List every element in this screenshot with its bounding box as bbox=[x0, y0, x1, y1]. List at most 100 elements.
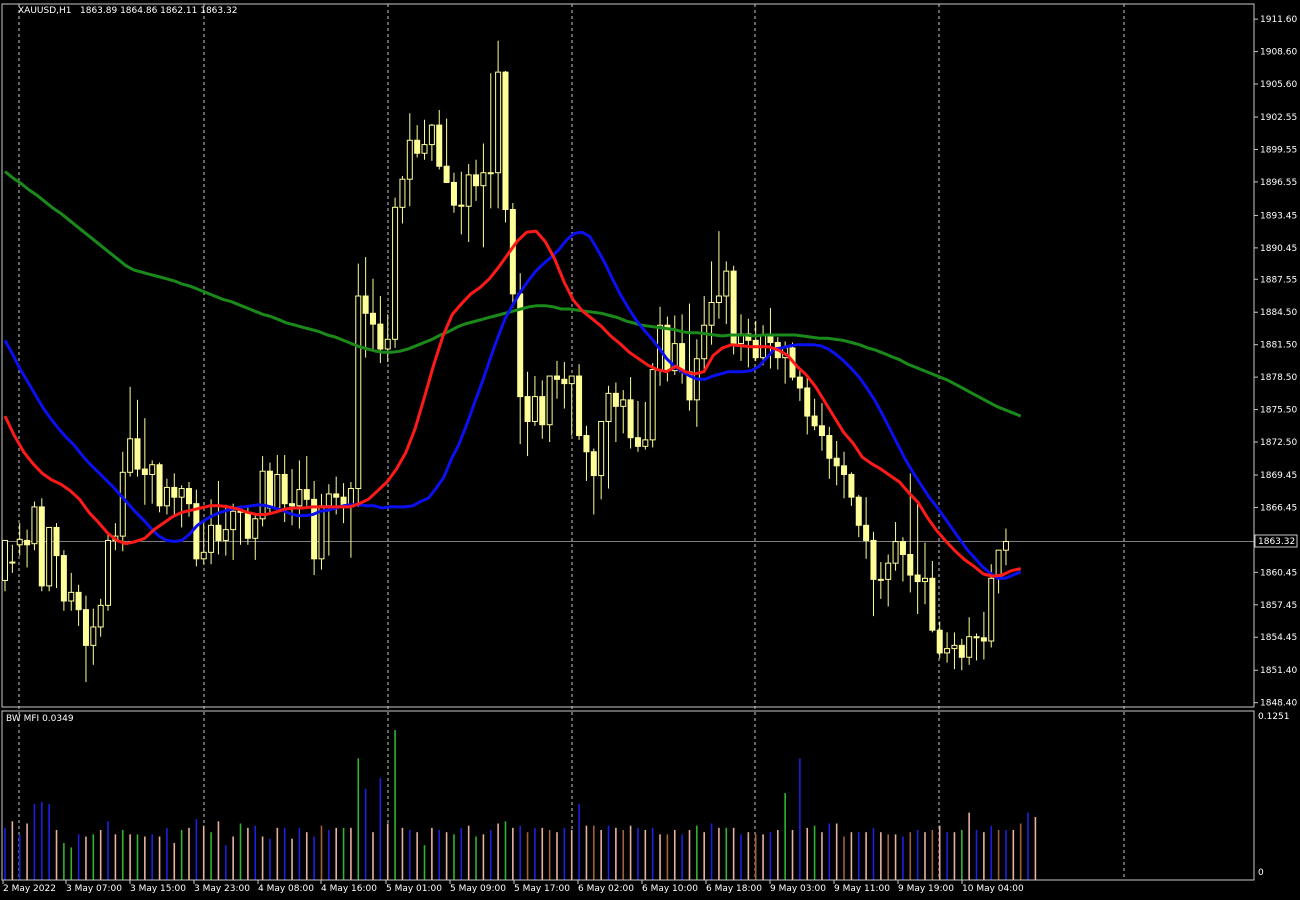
candle-body-down bbox=[186, 488, 192, 505]
symbol-label: XAUUSD,H1 bbox=[18, 6, 72, 16]
candle-body-up bbox=[274, 473, 281, 509]
price-tick-label: 1860.45 bbox=[1260, 568, 1297, 578]
price-tick-label: 1905.60 bbox=[1260, 80, 1297, 90]
candle-body-up bbox=[2, 539, 8, 581]
candle-body-up bbox=[988, 577, 995, 642]
indicator-top-value: 0.1251 bbox=[1258, 712, 1290, 722]
price-tick-label: 1908.60 bbox=[1260, 48, 1297, 58]
candle-body-up bbox=[46, 526, 53, 587]
candle-body-up bbox=[149, 464, 156, 475]
time-tick-label: 2 May 2022 bbox=[3, 884, 56, 894]
candle-body-up bbox=[296, 489, 303, 507]
candle-body-down bbox=[524, 396, 531, 422]
candle-body-down bbox=[75, 591, 82, 611]
candle-body-up bbox=[421, 144, 428, 154]
candle-body-up bbox=[531, 396, 538, 422]
candle-body-up bbox=[966, 636, 973, 658]
candle-body-down bbox=[627, 399, 634, 439]
candle-body-down bbox=[634, 437, 641, 447]
candle-body-down bbox=[796, 376, 803, 389]
candle-body-up bbox=[1002, 541, 1009, 551]
price-tick-label: 1857.45 bbox=[1260, 601, 1297, 611]
candle-body-down bbox=[914, 574, 921, 583]
candle-body-down bbox=[664, 324, 671, 372]
candle-body-up bbox=[127, 438, 134, 473]
candle-body-down bbox=[973, 636, 980, 639]
candle-body-up bbox=[178, 488, 185, 498]
price-tick-label: 1893.45 bbox=[1260, 211, 1297, 221]
candle-body-up bbox=[252, 518, 259, 539]
candle-body-down bbox=[362, 295, 369, 314]
price-tick-label: 1848.40 bbox=[1260, 699, 1297, 709]
candle-body-down bbox=[936, 629, 943, 654]
price-tick-label: 1869.45 bbox=[1260, 471, 1297, 481]
price-tick-label: 1896.55 bbox=[1260, 178, 1297, 188]
candle-body-up bbox=[892, 541, 899, 564]
candle-body-up bbox=[222, 529, 229, 541]
candle-body-down bbox=[171, 486, 178, 498]
candle-body-up bbox=[119, 471, 126, 537]
candle-body-up bbox=[406, 139, 413, 180]
time-tick-label: 6 May 18:00 bbox=[706, 884, 762, 894]
candle-body-up bbox=[620, 399, 627, 407]
candle-body-up bbox=[325, 493, 332, 507]
candle-body-down bbox=[818, 425, 825, 437]
candle-body-down bbox=[870, 539, 877, 580]
candle-body-down bbox=[848, 473, 855, 498]
candle-body-up bbox=[355, 295, 362, 490]
candle-body-up bbox=[208, 524, 215, 553]
candle-body-up bbox=[487, 172, 494, 175]
candle-body-down bbox=[612, 392, 619, 407]
candle-body-down bbox=[576, 375, 583, 437]
time-tick-label: 6 May 02:00 bbox=[578, 884, 634, 894]
candle-body-up bbox=[877, 578, 884, 581]
candle-body-down bbox=[907, 554, 914, 576]
candle-body-up bbox=[568, 375, 575, 385]
candle-body-up bbox=[480, 172, 487, 187]
time-tick-label: 3 May 23:00 bbox=[194, 884, 250, 894]
candle-body-down bbox=[826, 435, 833, 459]
time-tick-label: 9 May 19:00 bbox=[898, 884, 954, 894]
candle-body-up bbox=[105, 539, 112, 606]
candle-body-up bbox=[200, 551, 207, 560]
candle-body-up bbox=[384, 338, 391, 350]
candle-body-down bbox=[53, 526, 60, 557]
candle-body-down bbox=[855, 496, 862, 526]
chart-background bbox=[0, 0, 1300, 900]
candle-body-down bbox=[752, 339, 759, 359]
price-chart[interactable]: 1911.60 1908.60 1905.60 1902.55 1899.55 1896.… bbox=[0, 0, 1300, 900]
candle-body-down bbox=[980, 637, 987, 642]
candle-body-down bbox=[60, 555, 67, 602]
candle-body-down bbox=[833, 457, 840, 467]
candle-body-up bbox=[16, 538, 23, 546]
current-price-label: 1863.32 bbox=[1258, 537, 1295, 547]
price-tick-label: 1854.45 bbox=[1260, 633, 1297, 643]
price-tick-label: 1884.50 bbox=[1260, 308, 1297, 318]
candle-body-down bbox=[215, 524, 222, 541]
candle-body-down bbox=[156, 464, 163, 507]
candle-body-down bbox=[303, 489, 310, 500]
candle-body-up bbox=[392, 206, 399, 340]
candle-body-up bbox=[68, 591, 75, 602]
candle-body-down bbox=[38, 506, 45, 587]
price-tick-label: 1899.55 bbox=[1260, 145, 1297, 155]
candle-body-down bbox=[24, 539, 31, 546]
candle-body-up bbox=[318, 505, 325, 560]
candle-body-down bbox=[82, 609, 89, 646]
time-tick-label: 6 May 10:00 bbox=[642, 884, 698, 894]
candle-body-up bbox=[9, 561, 16, 564]
candle-body-down bbox=[561, 378, 568, 385]
candle-body-down bbox=[458, 204, 465, 207]
candle-body-down bbox=[377, 323, 384, 350]
candle-body-up bbox=[465, 174, 472, 207]
candle-body-down bbox=[244, 511, 251, 539]
candle-body-down bbox=[141, 468, 148, 475]
candle-body-up bbox=[715, 295, 722, 304]
candle-body-up bbox=[944, 648, 951, 654]
candle-body-down bbox=[266, 470, 273, 509]
candle-body-up bbox=[951, 644, 958, 650]
candle-body-down bbox=[811, 415, 818, 427]
candle-body-down bbox=[473, 174, 480, 187]
candle-body-down bbox=[841, 465, 848, 475]
candle-body-up bbox=[428, 124, 435, 146]
